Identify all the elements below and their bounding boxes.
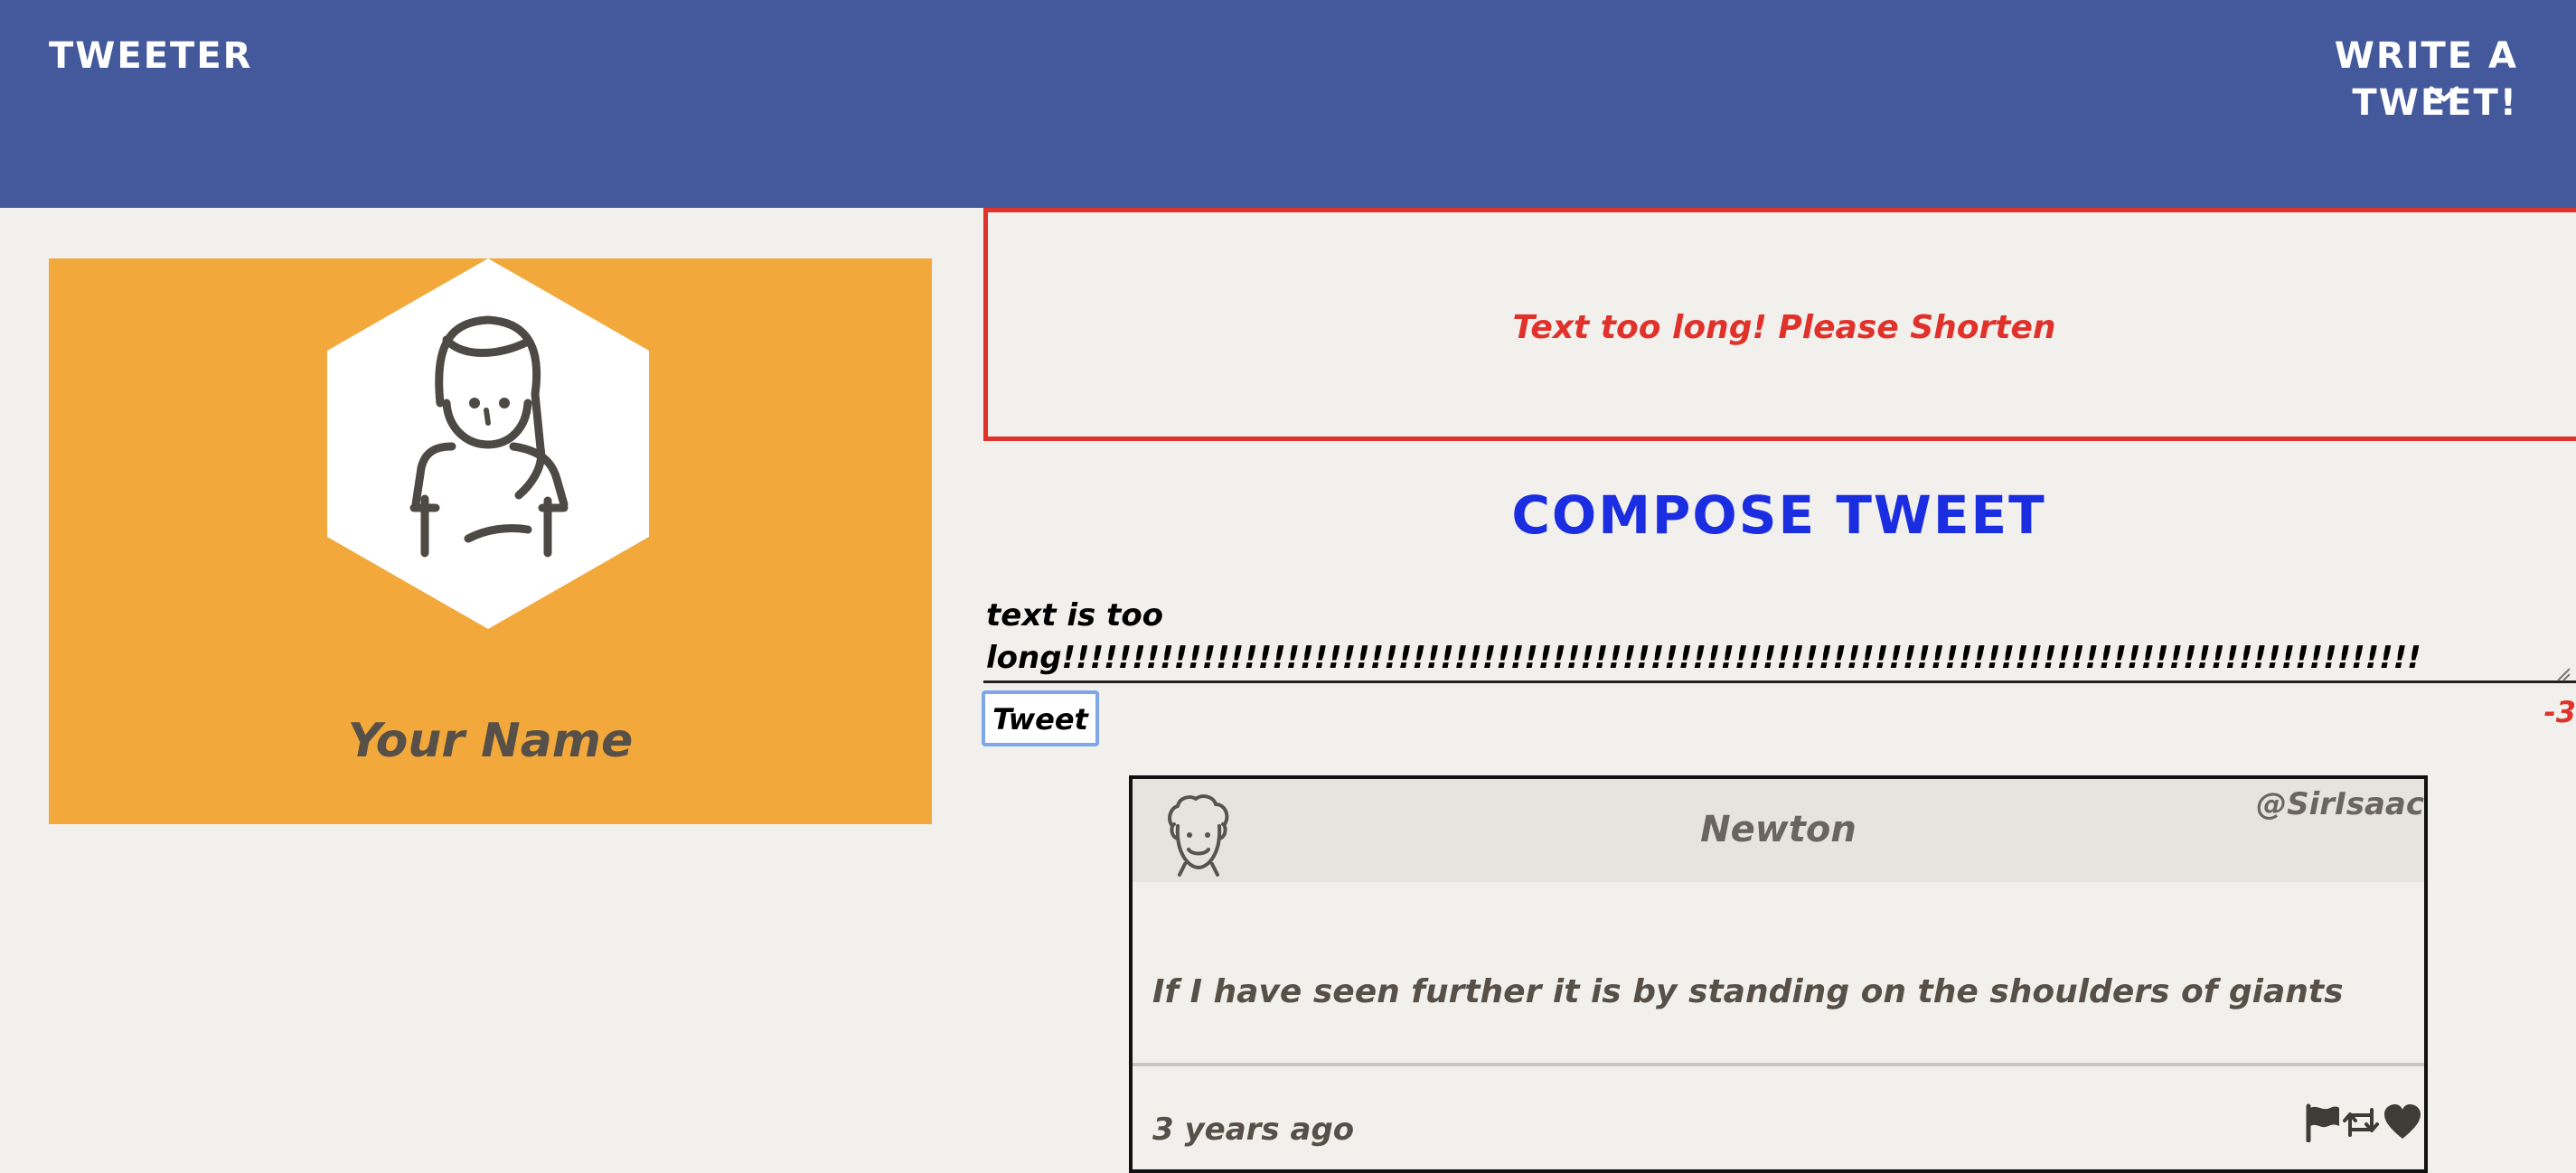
brand-logo-text[interactable]: TWEETER bbox=[49, 33, 252, 80]
character-counter: -3 bbox=[2543, 695, 2576, 729]
tweet-actions bbox=[2301, 1103, 2424, 1144]
flag-icon[interactable] bbox=[2301, 1103, 2341, 1142]
tweet-divider bbox=[1133, 1063, 2424, 1066]
error-message: Text too long! Please Shorten bbox=[1512, 309, 2056, 346]
tweet-timestamp: 3 years ago bbox=[1152, 1112, 1355, 1148]
tweet-text-line-2: long!!!!!!!!!!!!!!!!!!!!!!!!!!!!!!!!!!!!… bbox=[986, 640, 2421, 676]
error-message-box: Text too long! Please Shorten bbox=[983, 208, 2576, 441]
tweet-author-handle: @SirIsaac bbox=[2256, 786, 2424, 822]
compose-title: COMPOSE TWEET bbox=[1511, 484, 2046, 546]
chevron-down-icon bbox=[2429, 86, 2459, 102]
resize-grip-icon[interactable] bbox=[2556, 667, 2571, 681]
profile-name: Your Name bbox=[347, 714, 634, 768]
tweet-author-name: Newton bbox=[1700, 809, 1857, 850]
retweet-icon[interactable] bbox=[2341, 1103, 2381, 1142]
write-tweet-toggle[interactable]: WRITE A TWEET! bbox=[2193, 33, 2518, 124]
tweet-content: If I have seen further it is by standing… bbox=[1152, 973, 2344, 1010]
write-tweet-label: WRITE A TWEET! bbox=[2334, 35, 2518, 124]
top-navbar: TWEETER WRITE A TWEET! bbox=[0, 0, 2576, 208]
profile-card: Your Name bbox=[49, 258, 932, 824]
heart-icon[interactable] bbox=[2383, 1103, 2422, 1142]
tweet-textarea[interactable]: text is too long!!!!!!!!!!!!!!!!!!!!!!!!… bbox=[983, 595, 2576, 683]
tweet-text-line-1: text is too bbox=[986, 597, 1164, 633]
tweet-card: Newton @SirIsaac If I have seen further … bbox=[1129, 775, 2428, 1173]
tweet-submit-button[interactable]: Tweet bbox=[982, 690, 1099, 746]
woman-avatar-icon bbox=[327, 258, 649, 629]
tweet-header: Newton @SirIsaac bbox=[1133, 779, 2424, 882]
